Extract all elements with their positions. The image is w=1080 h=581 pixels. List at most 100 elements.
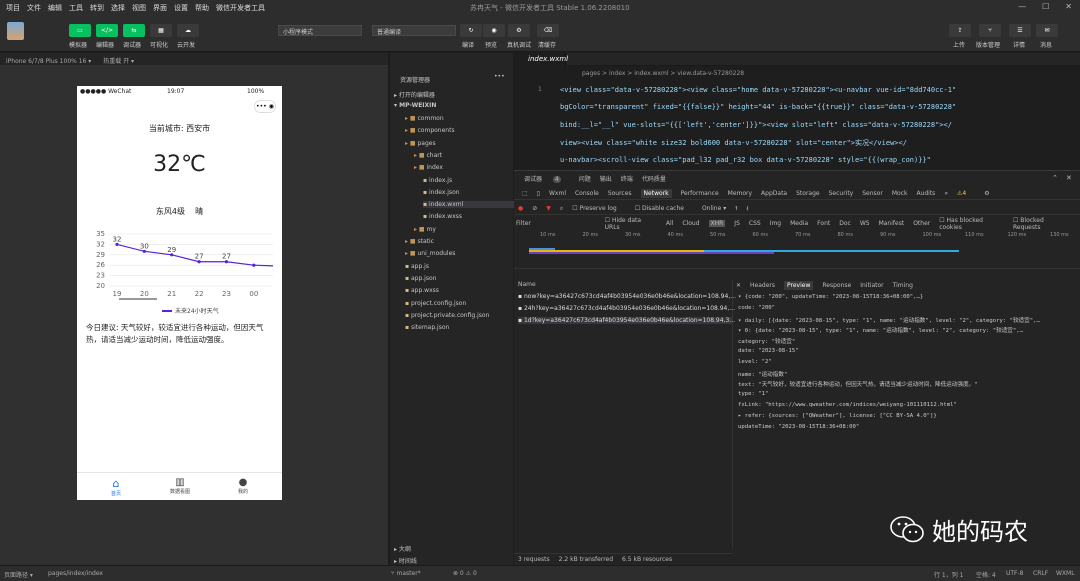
network-timeline[interactable]: 10 ms 20 ms 30 ms 40 ms 50 ms 60 ms 70 ms 80 ms…: [514, 229, 1080, 269]
preview-line[interactable]: ▸ refer: {sources: ["QWeather"], license…: [738, 413, 937, 419]
close-detail-icon[interactable]: ✕: [736, 282, 741, 289]
minimize-button[interactable]: —: [1018, 2, 1026, 11]
tree-item[interactable]: ▸ ■ common: [405, 115, 444, 122]
tree-item[interactable]: ▸ ■ static: [405, 238, 434, 245]
problems-indicator[interactable]: ⊗ 0 ⚠ 0: [453, 570, 477, 577]
debugger-button[interactable]: ⇆: [123, 24, 145, 37]
tree-item[interactable]: ▪ app.json: [405, 275, 436, 282]
settings-icon[interactable]: ⚙: [984, 190, 989, 197]
tab-initiator[interactable]: Initiator: [860, 282, 883, 289]
tree-item[interactable]: ▪ project.private.config.json: [405, 312, 489, 319]
inspect-icon[interactable]: ⬚: [522, 190, 528, 197]
column-name[interactable]: Name: [518, 281, 536, 288]
menu-item[interactable]: 设置: [174, 3, 188, 13]
menu-item[interactable]: 转到: [90, 3, 104, 13]
tab-timing[interactable]: Timing: [893, 282, 913, 289]
tab-problems[interactable]: 问题: [579, 174, 591, 183]
clear-cache-button[interactable]: ⌫: [537, 24, 559, 37]
collapse-icon[interactable]: ⌃: [1052, 174, 1058, 182]
visual-button[interactable]: ▦: [150, 24, 172, 37]
tree-item[interactable]: ▪ index.wxml: [423, 201, 514, 209]
message-button[interactable]: ✉: [1036, 24, 1058, 37]
filter-js[interactable]: JS: [734, 220, 740, 227]
menu-item[interactable]: 文件: [27, 3, 41, 13]
cursor-position[interactable]: 行 1，列 1: [934, 570, 963, 579]
tree-item[interactable]: ▪ index.json: [423, 189, 460, 196]
tree-item[interactable]: ▸ ■ components: [405, 127, 455, 134]
page-path-select[interactable]: 页面路径 ▾: [4, 570, 33, 579]
details-button[interactable]: ☰: [1009, 24, 1031, 37]
data-point[interactable]: [252, 263, 256, 267]
preserve-log[interactable]: ☐ Preserve log: [572, 205, 625, 212]
menu-item[interactable]: 工具: [69, 3, 83, 13]
menu-item[interactable]: 项目: [6, 3, 20, 13]
more-icon[interactable]: •••: [256, 103, 267, 110]
filter-all[interactable]: All: [666, 220, 673, 227]
filter-manifest[interactable]: Manifest: [879, 220, 905, 227]
record-icon[interactable]: ●: [518, 205, 523, 212]
explorer-root[interactable]: ▾ MP-WEIXIN: [394, 102, 436, 109]
editor-button[interactable]: </>: [96, 24, 118, 37]
tab-security[interactable]: Security: [829, 190, 854, 197]
search-icon[interactable]: ⌕: [560, 205, 563, 213]
hotreload-select[interactable]: 热重载 开 ▾: [103, 58, 134, 65]
filter-xhr[interactable]: XHR: [708, 220, 726, 227]
maximize-button[interactable]: ☐: [1042, 2, 1049, 11]
menu-item[interactable]: 选择: [111, 3, 125, 13]
upload-button[interactable]: ⇪: [949, 24, 971, 37]
remote-debug-button[interactable]: ⚙: [508, 24, 530, 37]
device-select[interactable]: iPhone 6/7/8 Plus 100% 16 ▾: [6, 58, 91, 65]
line-ending[interactable]: CRLF: [1033, 570, 1048, 577]
compile-select[interactable]: 普通编译: [372, 25, 456, 36]
tab-debugger[interactable]: 调试器 4: [524, 174, 570, 183]
tab-sensor[interactable]: Sensor: [862, 190, 883, 197]
language-mode[interactable]: WXML: [1056, 570, 1075, 577]
menu-item[interactable]: 视图: [132, 3, 146, 13]
clear-icon[interactable]: ⊘: [532, 205, 537, 212]
request-row[interactable]: ▪ now?key=a36427c673cd4af4b03954e036e0b4…: [518, 293, 736, 300]
preview-button[interactable]: ◉: [483, 24, 505, 37]
filter-ws[interactable]: WS: [860, 220, 870, 227]
tree-item[interactable]: ▸ ■ pages: [405, 140, 436, 147]
download-icon[interactable]: ⭳: [746, 204, 748, 214]
outline-section[interactable]: ▸ 大纲: [394, 544, 411, 553]
more-tabs-icon[interactable]: »: [944, 190, 948, 197]
tab-sources[interactable]: Sources: [608, 190, 632, 197]
compile-button[interactable]: ↻: [460, 24, 482, 37]
tree-item[interactable]: ▸ ■ chart: [414, 152, 442, 159]
tab-mock[interactable]: Mock: [892, 190, 908, 197]
request-row[interactable]: ▪ 1d?key=a36427c673cd4af4b03954e036e0b46…: [518, 317, 735, 324]
tree-item[interactable]: ▪ app.wxss: [405, 287, 439, 294]
tab-storage[interactable]: Storage: [796, 190, 819, 197]
tab-network[interactable]: Network: [640, 189, 672, 198]
tab-index-wxml[interactable]: index.wxml: [514, 53, 568, 66]
tab-memory[interactable]: Memory: [728, 190, 752, 197]
filter-other[interactable]: Other: [913, 220, 930, 227]
filter-img[interactable]: Img: [770, 220, 781, 227]
menu-item[interactable]: 编辑: [48, 3, 62, 13]
tab-preview[interactable]: Preview: [784, 281, 814, 290]
filter-media[interactable]: Media: [790, 220, 808, 227]
tab-appdata[interactable]: AppData: [761, 190, 787, 197]
tab-terminal[interactable]: 终端: [621, 174, 633, 183]
tree-item[interactable]: ▪ index.wxss: [423, 213, 462, 220]
menu-item[interactable]: 帮助: [195, 3, 209, 13]
close-panel-icon[interactable]: ✕: [1066, 174, 1072, 182]
request-row[interactable]: ▪ 24h?key=a36427c673cd4af4b03954e036e0b4…: [518, 305, 735, 312]
warning-count[interactable]: ⚠4: [957, 190, 975, 197]
mode-select[interactable]: 小程序模式: [278, 25, 362, 36]
filter-icon[interactable]: ▼: [546, 205, 551, 212]
menu-item[interactable]: 微信开发者工具: [216, 3, 265, 13]
menu-item[interactable]: 界面: [153, 3, 167, 13]
tab-code-quality[interactable]: 代码质量: [642, 174, 666, 183]
encoding[interactable]: UTF-8: [1006, 570, 1024, 577]
filter-input[interactable]: Filter: [516, 220, 596, 227]
code-editor[interactable]: pages > index > index.wxml > view.data-v…: [514, 66, 1080, 170]
disable-cache[interactable]: ☐ Disable cache: [635, 205, 693, 212]
filter-font[interactable]: Font: [817, 220, 830, 227]
filter-css[interactable]: CSS: [749, 220, 761, 227]
tab-chart[interactable]: ▥ 数据看图: [155, 477, 205, 495]
tab-output[interactable]: 输出: [600, 174, 612, 183]
close-circle-icon[interactable]: ◉: [269, 103, 274, 110]
preview-line[interactable]: ▾ daily: [{date: "2023-08-15", type: "1"…: [738, 316, 1040, 324]
